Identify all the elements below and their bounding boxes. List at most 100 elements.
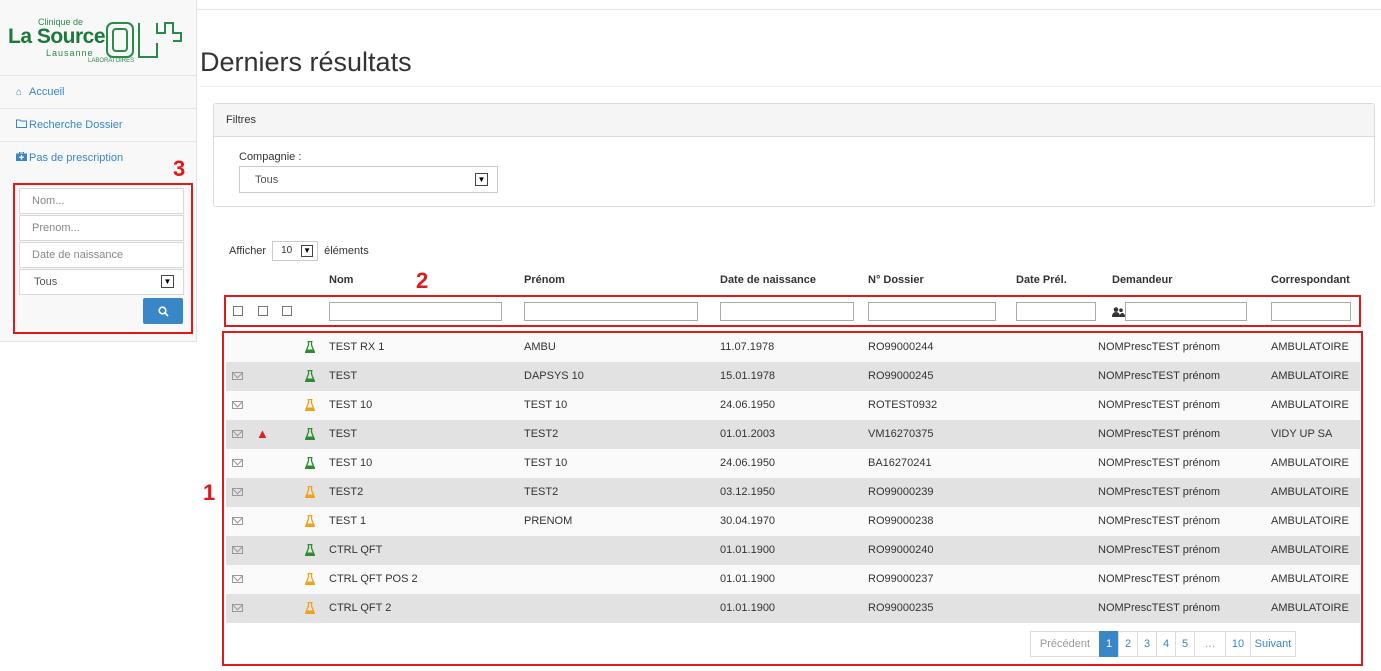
flask-icon (305, 457, 315, 469)
cell-dob: 01.01.2003 (720, 428, 776, 440)
annotation-number-3: 3 (173, 156, 186, 181)
envelope-icon[interactable] (232, 604, 243, 612)
table-row[interactable]: TEST 10 TEST 10 24.06.1950 BA16270241 NOMPre… (226, 449, 1360, 478)
envelope-icon[interactable] (232, 459, 243, 467)
table-row[interactable]: CTRL QFT 01.01.1900 RO99000240 NOMPrescTEST… (226, 536, 1360, 565)
clinic-logo[interactable]: Clinique de La Source Lausanne LABORATOI… (8, 17, 188, 69)
flask-icon (305, 573, 315, 585)
table-row[interactable]: ▲ TEST TEST2 01.01.2003 VM16270375 NOMPrescTE… (226, 420, 1360, 449)
filter-input-date-naissance[interactable] (720, 302, 854, 321)
pagination-page-1[interactable]: 1 (1099, 631, 1119, 657)
table-row[interactable]: TEST 1 PRENOM 30.04.1970 RO99000238 NOMPresc… (226, 507, 1360, 536)
warning-icon: ▲ (256, 426, 269, 441)
cell-demandeur: NOMPrescTEST prénom (1098, 341, 1221, 353)
cell-corr: AMBULATOIRE (1271, 341, 1349, 353)
company-select[interactable]: Tous ▼ (239, 166, 498, 193)
sidebar-item-label: Pas de prescription (29, 152, 124, 164)
sidebar-item-pas-de-prescription[interactable]: Pas de prescription (0, 141, 197, 174)
column-header-nom[interactable]: Nom (329, 274, 353, 286)
column-header-demandeur[interactable]: Demandeur (1112, 274, 1173, 286)
page-length-value: 10 (281, 245, 293, 256)
envelope-icon[interactable] (232, 575, 243, 583)
table-row[interactable]: TEST DAPSYS 10 15.01.1978 RO99000245 NOMPres… (226, 362, 1360, 391)
envelope-icon[interactable] (232, 401, 243, 409)
pagination-next[interactable]: Suivant (1250, 631, 1296, 657)
sidebar-item-recherche-dossier[interactable]: Recherche Dossier (0, 108, 197, 141)
flask-icon (305, 341, 315, 353)
annotation-box-3 (13, 183, 193, 334)
column-header-prenom[interactable]: Prénom (524, 274, 565, 286)
envelope-icon[interactable] (232, 430, 243, 438)
chevron-down-icon: ▼ (301, 245, 314, 257)
filter-checkbox-warning[interactable] (258, 306, 268, 316)
envelope-icon[interactable] (232, 488, 243, 496)
page-title: Derniers résultats (200, 47, 412, 77)
pagination-page-10[interactable]: 10 (1225, 631, 1251, 657)
cell-prenom: TEST 10 (524, 399, 568, 411)
cell-dossier: RO99000239 (868, 486, 934, 498)
cell-prenom: DAPSYS 10 (524, 370, 584, 382)
cell-dossier: VM16270375 (868, 428, 934, 440)
filter-checkbox-status[interactable] (282, 306, 292, 316)
filter-input-nom[interactable] (329, 302, 502, 321)
filter-input-demandeur[interactable] (1125, 302, 1247, 321)
column-header-dossier[interactable]: N° Dossier (868, 274, 924, 286)
cell-nom: TEST 1 (329, 515, 367, 527)
pagination-previous[interactable]: Précédent (1030, 631, 1100, 657)
column-header-correspondant[interactable]: Correspondant (1271, 274, 1350, 286)
cell-dob: 24.06.1950 (720, 457, 776, 469)
column-header-date-naissance[interactable]: Date de naissance (720, 274, 816, 286)
flask-icon (305, 602, 315, 614)
cell-dob: 01.01.1900 (720, 573, 776, 585)
page-length-select[interactable]: 10 ▼ (272, 241, 319, 261)
cell-nom: TEST (329, 370, 358, 382)
filters-panel: Filtres Compagnie : Tous ▼ (213, 103, 1375, 207)
column-header-date-prel[interactable]: Date Prél. (1016, 274, 1067, 286)
pagination-page-3[interactable]: 3 (1137, 631, 1157, 657)
cell-dob: 11.07.1978 (720, 341, 775, 353)
cell-demandeur: NOMPrescTEST prénom (1098, 602, 1221, 614)
envelope-icon[interactable] (232, 517, 243, 525)
sidebar-item-label: Accueil (29, 86, 65, 98)
pagination: Précédent 1 2 3 4 5 … 10 Suivant (1030, 631, 1296, 657)
cell-dob: 03.12.1950 (720, 486, 776, 498)
table-row[interactable]: TEST2 TEST2 03.12.1950 RO99000239 NOMPrescTE… (226, 478, 1360, 507)
page-length-prefix: Afficher (229, 245, 267, 257)
pagination-page-5[interactable]: 5 (1175, 631, 1195, 657)
cell-dossier: ROTEST0932 (868, 399, 938, 411)
filter-input-dossier[interactable] (868, 302, 996, 321)
envelope-icon[interactable] (232, 546, 243, 554)
medkit-icon (16, 151, 27, 164)
pagination-page-4[interactable]: 4 (1156, 631, 1176, 657)
filter-input-prenom[interactable] (524, 302, 698, 321)
company-select-value: Tous (255, 174, 279, 186)
sidebar-item-accueil[interactable]: ⌂ Accueil (0, 75, 197, 108)
cell-demandeur: NOMPrescTEST prénom (1098, 457, 1221, 469)
cell-corr: AMBULATOIRE (1271, 573, 1349, 585)
cell-dossier: RO99000235 (868, 602, 934, 614)
table-row[interactable]: TEST 10 TEST 10 24.06.1950 ROTEST0932 NOMPre… (226, 391, 1360, 420)
cell-nom: CTRL QFT POS 2 (329, 573, 418, 585)
flask-icon (305, 399, 315, 411)
cell-demandeur: NOMPrescTEST prénom (1098, 544, 1221, 556)
table-row[interactable]: CTRL QFT POS 2 01.01.1900 RO99000237 NOMPre… (226, 565, 1360, 594)
cell-prenom: PRENOM (524, 515, 573, 527)
chevron-down-icon: ▼ (475, 173, 488, 186)
cell-demandeur: NOMPrescTEST prénom (1098, 573, 1221, 585)
filter-checkbox-mail[interactable] (233, 306, 243, 316)
pagination-page-2[interactable]: 2 (1118, 631, 1138, 657)
logo-line3: Lausanne (46, 48, 94, 58)
filter-input-correspondant[interactable] (1271, 302, 1351, 321)
table-row[interactable]: CTRL QFT 2 01.01.1900 RO99000235 NOMPrescTE… (226, 594, 1360, 623)
filter-input-date-prel[interactable] (1016, 302, 1096, 321)
cell-corr: VIDY UP SA (1271, 428, 1333, 440)
cell-dossier: RO99000244 (868, 341, 934, 353)
cell-dob: 01.01.1900 (720, 544, 776, 556)
cell-demandeur: NOMPrescTEST prénom (1098, 399, 1221, 411)
envelope-icon[interactable] (232, 372, 243, 380)
annotation-number-2: 2 (416, 268, 429, 293)
cell-dob: 30.04.1970 (720, 515, 776, 527)
cell-demandeur: NOMPrescTEST prénom (1098, 515, 1221, 527)
table-row[interactable]: TEST RX 1 AMBU 11.07.1978 RO99000244 NOMPres… (226, 333, 1360, 362)
cell-prenom: TEST 10 (524, 457, 568, 469)
